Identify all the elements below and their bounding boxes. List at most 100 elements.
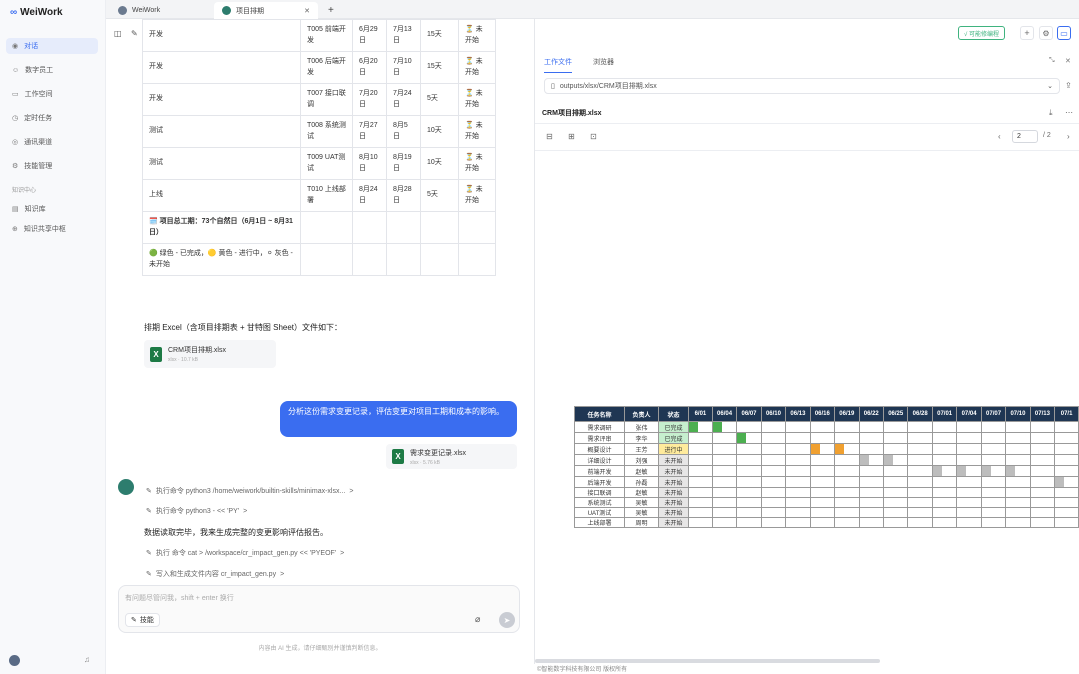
attach-icon[interactable]: ⌀ — [475, 614, 480, 625]
sidebar-item-label: 对话 — [24, 43, 39, 50]
upload-icon[interactable]: ⇪ — [1065, 81, 1072, 90]
wrench-icon: ✎ — [146, 488, 152, 495]
gantt-cell — [980, 487, 1007, 498]
gantt-bar — [1006, 466, 1016, 476]
gantt-cell — [931, 432, 958, 444]
file-name: 需求变更记录.xlsx — [410, 449, 466, 457]
gantt-bar — [981, 466, 991, 476]
sidebar-item-share-hub[interactable]: ⊕ 知识共享中枢 — [6, 221, 98, 237]
table-row: 测试 T009 UAT测试 8月10日 8月19日 10天 ⏳ 未开始 — [142, 147, 496, 180]
prev-page-icon[interactable]: ‹ — [998, 132, 1001, 141]
tab-work-files[interactable]: 工作文件 — [544, 57, 572, 73]
tool-step[interactable]: ✎ 执行 命令 cat > /workspace/cr_impact_gen.py… — [146, 548, 344, 558]
table-cell: 8月5日 — [386, 115, 421, 148]
tool-step[interactable]: ✎ 执行命令 python3 /home/weiwork/builtin-skil… — [146, 486, 353, 496]
gantt-cell — [736, 497, 762, 508]
gear-icon[interactable]: ⚙ — [1039, 26, 1053, 40]
send-button[interactable]: ➤ — [499, 612, 515, 628]
divider — [535, 123, 1079, 124]
sidebar-item-scheduled[interactable]: ◷ 定时任务 — [6, 110, 98, 126]
tab-browser[interactable]: 浏览器 — [593, 57, 614, 67]
task-status: 已完成 — [658, 421, 689, 433]
table-cell: T008 系统测试 — [300, 115, 353, 148]
next-page-icon[interactable]: › — [1067, 132, 1070, 141]
table-cell: 10天 — [420, 115, 459, 148]
page-input[interactable]: 2 — [1012, 130, 1038, 143]
table-cell: 8月19日 — [386, 147, 421, 180]
gantt-cell — [907, 443, 933, 455]
chat-input-placeholder[interactable]: 有问题尽管问我，shift + enter 换行 — [125, 593, 234, 603]
skill-button[interactable]: ✎ 技能 — [125, 613, 160, 627]
table-row: 开发 T006 后端开发 6月20日 7月10日 15天 ⏳ 未开始 — [142, 51, 496, 84]
table-cell: 7月13日 — [386, 19, 421, 52]
close-icon[interactable]: ✕ — [304, 7, 310, 15]
file-path-selector[interactable]: ▯ outputs/xlsx/CRM项目排期.xlsx ⌄ — [544, 78, 1060, 94]
gantt-cell — [907, 432, 933, 444]
task-name: 上线部署 — [574, 517, 625, 528]
tab-project-schedule[interactable]: 项目排期 ✕ — [214, 2, 318, 19]
add-icon[interactable]: + — [1020, 26, 1034, 40]
tool-step[interactable]: ✎ 写入和生成文件内容 cr_impact_gen.py > — [146, 569, 284, 579]
zoom-in-icon[interactable]: ⊞ — [568, 132, 575, 141]
excel-icon: X — [392, 449, 404, 464]
gantt-row: 需求调研 张伟 已完成 — [574, 421, 1079, 433]
new-tab-button[interactable]: + — [320, 2, 342, 19]
gantt-cell — [760, 487, 787, 498]
app-logo[interactable]: ∞ WeiWork — [10, 7, 63, 18]
sidebar-toggle-icon[interactable]: ◫ — [114, 29, 122, 38]
gantt-cell — [980, 465, 1007, 477]
gantt-cell — [931, 465, 958, 477]
edit-icon[interactable]: ✎ — [131, 29, 138, 38]
table-cell: T010 上线部署 — [300, 179, 353, 212]
gantt-cell — [1054, 497, 1079, 508]
gantt-row: 概要设计 王芳 进行中 — [574, 443, 1079, 455]
status-badge[interactable]: √ 可能修编程 — [958, 26, 1005, 40]
horizontal-scrollbar[interactable] — [535, 659, 880, 663]
fit-icon[interactable]: ⊡ — [590, 132, 597, 141]
bell-icon[interactable]: ♫ — [84, 655, 90, 664]
more-icon[interactable]: ⋯ — [1065, 108, 1073, 117]
sidebar-item-skills[interactable]: ⚙ 技能管理 — [6, 158, 98, 174]
gantt-cell — [736, 517, 762, 528]
gantt-cell — [711, 454, 738, 466]
gantt-cell — [785, 497, 811, 508]
gantt-cell — [809, 517, 836, 528]
chat-input-box[interactable]: 有问题尽管问我，shift + enter 换行 ✎ 技能 ⌀ ➤ — [118, 585, 520, 633]
task-owner: 吴敏 — [624, 507, 659, 518]
task-status: 未开始 — [658, 476, 689, 488]
download-icon[interactable]: ⤓ — [1049, 108, 1053, 118]
gantt-cell — [1054, 487, 1079, 498]
sidebar-item-label: 数字员工 — [25, 67, 54, 74]
monitor-icon[interactable]: ▭ — [1057, 26, 1071, 40]
sidebar-item-channels[interactable]: ◎ 通讯渠道 — [6, 134, 98, 150]
sidebar-item-kb[interactable]: ▤ 知识库 — [6, 201, 98, 217]
gantt-date-header: 06/16 — [809, 406, 836, 422]
sidebar-item-chat[interactable]: ◉ 对话 — [6, 38, 98, 54]
close-icon[interactable]: ✕ — [1065, 57, 1071, 65]
gantt-viewport[interactable]: 任务名称 负责人 状态 6/01 06/04 06/07 06/10 06/13 06/16 06… — [535, 151, 1079, 664]
sidebar-item-workspace[interactable]: ▭ 工作空间 — [6, 86, 98, 102]
gantt-row: 后端开发 孙磊 未开始 — [574, 476, 1079, 488]
sidebar-item-digital-staff[interactable]: ☺ 数字员工 — [6, 62, 98, 78]
table-cell: 上线 — [142, 179, 301, 212]
gantt-cell — [980, 432, 1007, 444]
summary-cell: 🟢 绿色 - 已完成，🟡 黄色 - 进行中，⚪ 灰色 - 未开始 — [142, 243, 301, 276]
sidebar: ∞ WeiWork ◉ 对话 ☺ 数字员工 ▭ 工作空间 ◷ 定时任务 ◎ 通讯渠道 ⚙ 技… — [0, 0, 106, 674]
gantt-cell — [931, 497, 958, 508]
gantt-bar — [1055, 477, 1065, 487]
file-card-crm[interactable]: X CRM项目排期.xlsx xlsx · 10.7 kB — [144, 340, 276, 368]
gantt-cell — [785, 517, 811, 528]
gantt-cell — [760, 432, 787, 444]
tab-weiwork[interactable]: WeiWork — [110, 2, 210, 19]
expand-icon[interactable]: ⤡ — [1049, 57, 1055, 65]
task-name: UAT测试 — [574, 507, 625, 518]
gantt-header: 负责人 — [624, 406, 659, 422]
gantt-cell — [688, 517, 713, 528]
sidebar-item-label: 工作空间 — [24, 91, 53, 98]
gantt-bar — [883, 455, 893, 465]
zoom-out-icon[interactable]: ⊟ — [546, 132, 553, 141]
gantt-header: 状态 — [658, 406, 689, 422]
avatar[interactable] — [9, 655, 20, 666]
tool-step[interactable]: ✎ 执行命令 python3 - << 'PY' > — [146, 506, 247, 516]
file-card-change-log[interactable]: X 需求变更记录.xlsx xlsx · 5.76 kB — [386, 444, 517, 469]
